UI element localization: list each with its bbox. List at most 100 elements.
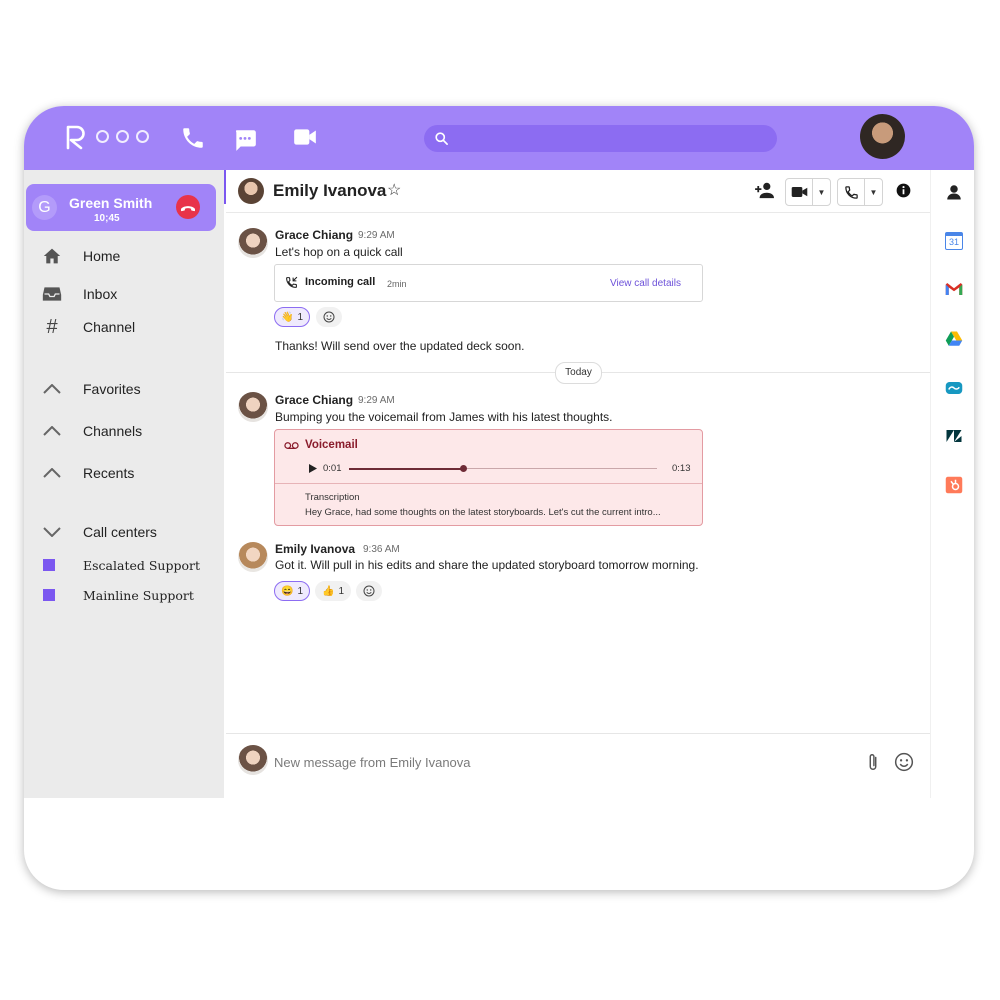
section-favorites-label: Favorites [83, 381, 141, 397]
contact-avatar[interactable] [238, 178, 264, 204]
voicemail-progress-track[interactable] [349, 465, 657, 472]
caret-down-icon[interactable]: ▼ [864, 179, 882, 205]
message-input[interactable] [272, 750, 836, 774]
dot-icon [96, 130, 109, 143]
voicemail-icon [284, 442, 299, 449]
message-time: 9:36 AM [363, 544, 400, 555]
chevron-up-icon [42, 384, 62, 394]
reaction-chip[interactable]: 😄 1 [274, 581, 310, 601]
message-text: Thanks! Will send over the updated deck … [275, 339, 525, 353]
app-logo-icon [66, 125, 85, 150]
call-center-item[interactable]: Mainline Support [43, 585, 194, 605]
transcription-text: Hey Grace, had some thoughts on the late… [305, 507, 661, 518]
chat-icon[interactable] [232, 127, 258, 153]
nav-inbox[interactable]: Inbox [42, 283, 117, 305]
smiley-icon [363, 585, 375, 597]
chevron-down-icon [42, 527, 62, 537]
nav-channel[interactable]: # Channel [42, 316, 135, 338]
voice-call-button[interactable]: ▼ [837, 178, 883, 206]
app-window: G Green Smith 10;45 Home Inbox # Channel [24, 106, 974, 890]
contact-icon[interactable] [945, 183, 963, 201]
zendesk-icon[interactable] [945, 427, 963, 445]
star-icon[interactable]: ☆ [387, 180, 401, 200]
chevron-up-icon [42, 426, 62, 436]
reaction-emoji: 😄 [280, 585, 294, 597]
caller-name: Green Smith [69, 195, 153, 211]
nav-inbox-label: Inbox [83, 286, 118, 302]
voicemail-total-time: 0:13 [672, 463, 691, 474]
view-call-details-link[interactable]: View call details [610, 278, 681, 289]
voicemail-separator [275, 483, 702, 484]
call-center-color-swatch [43, 559, 55, 571]
info-icon[interactable] [896, 183, 911, 198]
nav-home[interactable]: Home [42, 245, 120, 267]
home-icon [42, 247, 62, 265]
gmail-icon[interactable] [945, 280, 963, 298]
dot-icon [116, 130, 129, 143]
message-text: Let's hop on a quick call [275, 245, 403, 259]
salesforce-icon[interactable] [945, 379, 963, 397]
reaction-emoji: 👍 [321, 585, 335, 597]
active-call-banner[interactable]: G Green Smith 10;45 [26, 184, 216, 231]
reaction-chip[interactable]: 👋 1 [274, 307, 310, 327]
emoji-icon[interactable] [894, 752, 914, 772]
add-person-icon[interactable] [754, 181, 776, 199]
reaction-count: 1 [297, 585, 303, 597]
message-sender: Grace Chiang [275, 393, 354, 407]
section-channels[interactable]: Channels [42, 420, 142, 442]
conversation-pane: Emily Ivanova ☆ ▼ ▼ Grace Chiang 9:29 AM… [226, 170, 930, 780]
voicemail-current-time: 0:01 [323, 463, 342, 474]
add-reaction-button[interactable] [356, 581, 382, 601]
add-reaction-button[interactable] [316, 307, 342, 327]
hang-up-button[interactable] [176, 195, 200, 219]
reaction-emoji: 👋 [280, 311, 294, 323]
call-center-label: Escalated Support [83, 557, 200, 573]
call-duration: 10;45 [94, 213, 120, 224]
video-call-button[interactable]: ▼ [785, 178, 831, 206]
reaction-count: 1 [338, 585, 344, 597]
message-sender: Grace Chiang [275, 228, 354, 242]
window-dots [96, 130, 149, 143]
section-recents[interactable]: Recents [42, 462, 134, 484]
play-icon[interactable] [309, 464, 317, 473]
top-bar [24, 106, 974, 170]
call-card-label: Incoming call [305, 276, 376, 288]
google-calendar-icon[interactable]: 31 [945, 232, 963, 250]
voicemail-progress-fill [349, 467, 463, 470]
video-icon [786, 179, 812, 205]
hash-icon: # [46, 315, 58, 338]
sender-avatar[interactable] [238, 542, 268, 572]
nav-channel-label: Channel [83, 319, 136, 335]
sender-avatar[interactable] [238, 228, 268, 258]
search-bar[interactable] [424, 125, 777, 152]
call-center-color-swatch [43, 589, 55, 601]
video-icon[interactable] [292, 124, 318, 150]
section-favorites[interactable]: Favorites [42, 378, 141, 400]
section-recents-label: Recents [83, 465, 135, 481]
hubspot-icon[interactable] [945, 476, 963, 494]
section-call-centers[interactable]: Call centers [42, 521, 157, 543]
caret-down-icon[interactable]: ▼ [812, 179, 830, 205]
conversation-header: Emily Ivanova ☆ ▼ ▼ [226, 170, 930, 213]
inbox-icon [42, 286, 62, 302]
user-avatar[interactable] [860, 114, 905, 159]
reaction-chip[interactable]: 👍 1 [315, 581, 351, 601]
search-icon [435, 132, 448, 145]
phone-icon [838, 179, 864, 205]
call-center-item[interactable]: Escalated Support [43, 555, 200, 575]
caller-initial: G [32, 195, 57, 220]
call-center-label: Mainline Support [83, 587, 194, 603]
voicemail-progress-handle[interactable] [459, 465, 467, 472]
chevron-up-icon [42, 468, 62, 478]
voicemail-card: Voicemail 0:01 0:13 Transcription Hey Gr… [274, 429, 703, 526]
sidebar: G Green Smith 10;45 Home Inbox # Channel [24, 170, 224, 798]
call-card-duration: 2min [387, 279, 407, 289]
smiley-icon [323, 311, 335, 323]
google-drive-icon[interactable] [945, 330, 963, 348]
attachment-icon[interactable] [866, 752, 880, 772]
phone-icon[interactable] [180, 125, 206, 151]
section-call-centers-label: Call centers [83, 524, 157, 540]
message-text: Bumping you the voicemail from James wit… [275, 410, 613, 424]
composer-divider [226, 733, 930, 734]
sender-avatar[interactable] [238, 392, 268, 422]
